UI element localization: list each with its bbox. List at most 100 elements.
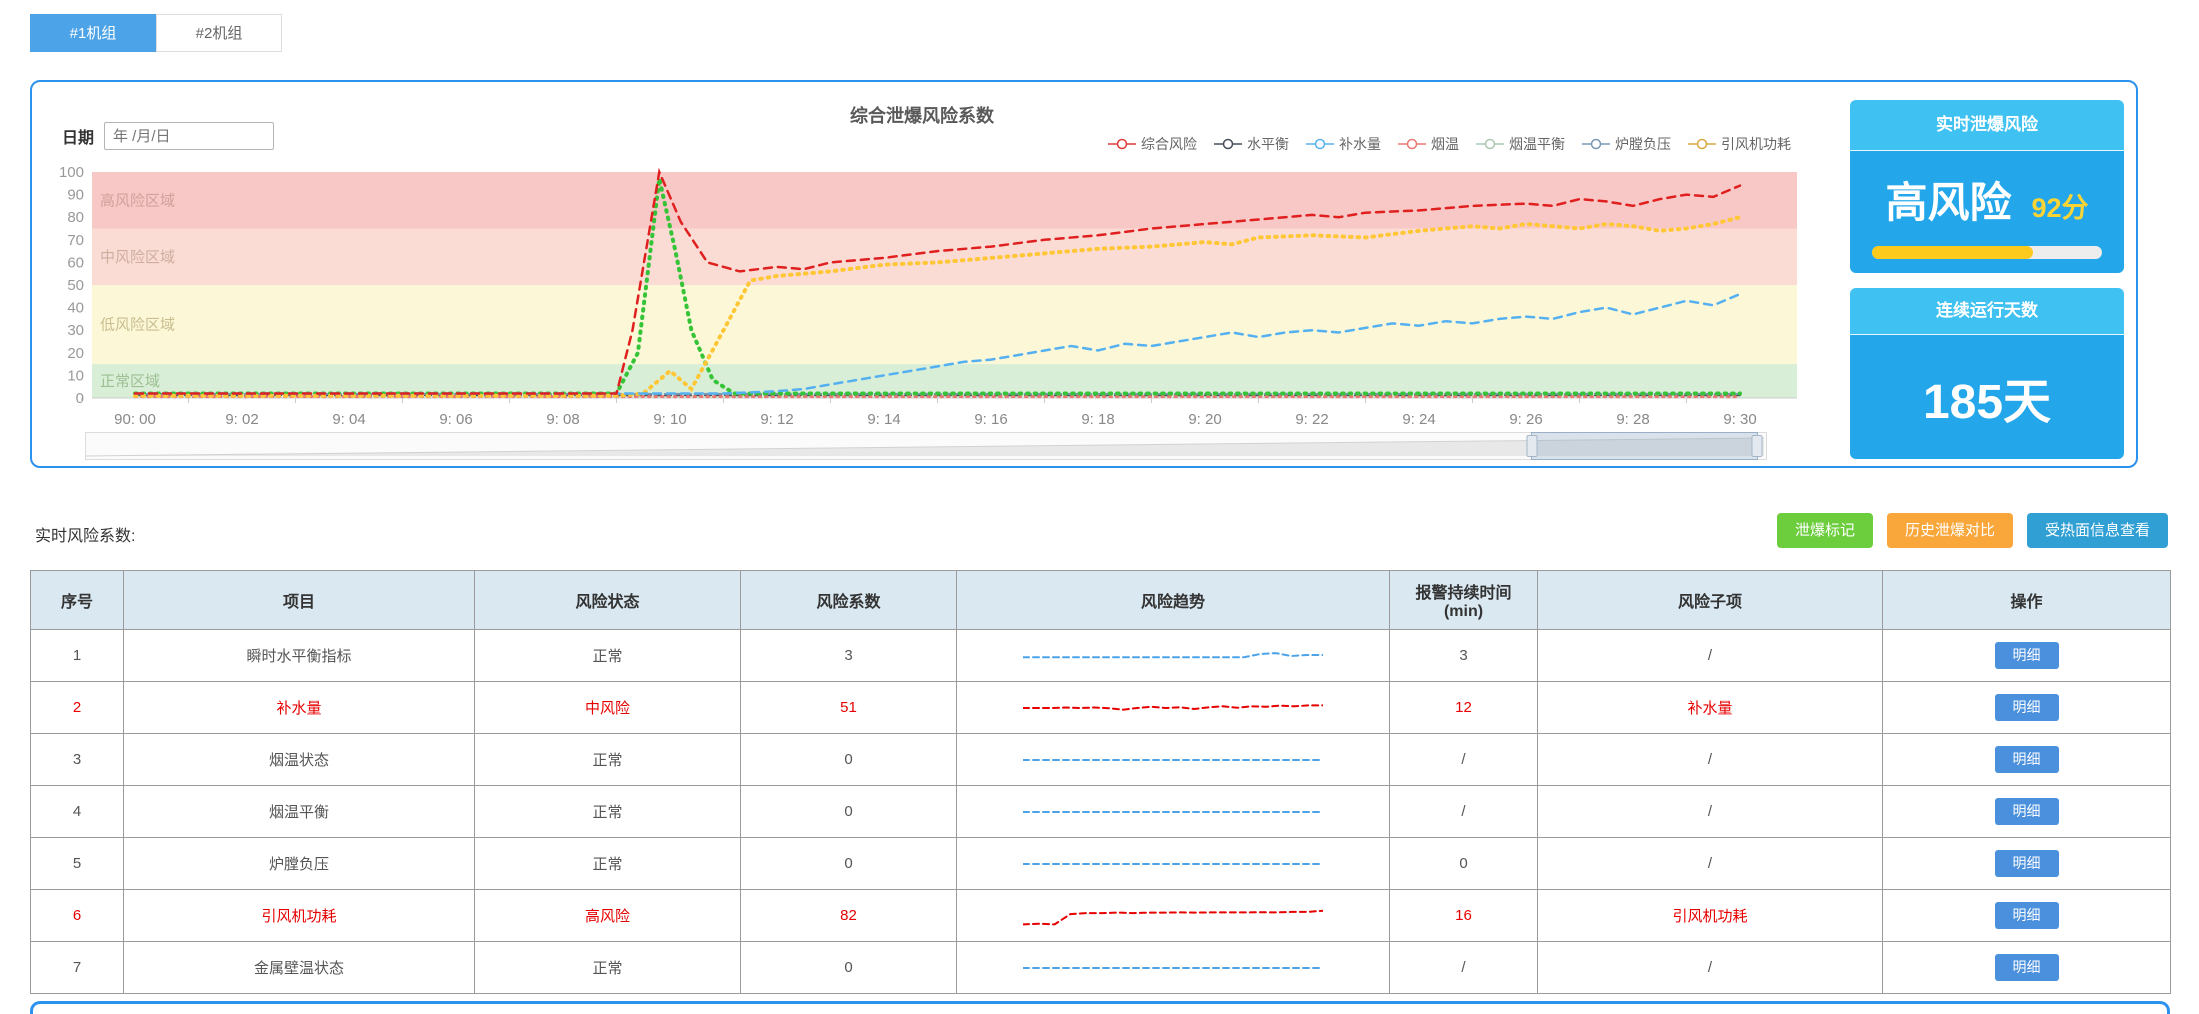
- days-card-body: 185天: [1850, 335, 2124, 459]
- cell-item: 炉膛负压: [124, 838, 475, 890]
- cell-trend: [957, 942, 1390, 994]
- risk-chart: 高风险区域中风险区域低风险区域正常区域010203040506070809010…: [52, 160, 1832, 460]
- datazoom-window[interactable]: [1531, 432, 1758, 460]
- unit-tabs: #1机组#2机组: [30, 14, 282, 52]
- chart-title: 综合泄爆风险系数: [32, 102, 1812, 128]
- trend-sparkline: [1023, 850, 1323, 878]
- cell-coefficient: 51: [741, 682, 957, 734]
- y-tick-label: 50: [67, 277, 84, 294]
- table-row: 4烟温平衡正常0//明细: [31, 786, 2171, 838]
- y-tick-label: 70: [67, 232, 84, 249]
- tab-unit-2[interactable]: #2机组: [156, 14, 282, 52]
- cell-trend: [957, 682, 1390, 734]
- cell-sub-item: /: [1538, 838, 1883, 890]
- cell-coefficient: 82: [741, 890, 957, 942]
- x-tick-label: 9: 10: [653, 411, 686, 428]
- cell-alarm-duration: 0: [1390, 838, 1538, 890]
- x-tick-label: 9: 30: [1723, 411, 1756, 428]
- cell-no: 2: [31, 682, 124, 734]
- cell-sub-item: /: [1538, 786, 1883, 838]
- cell-no: 5: [31, 838, 124, 890]
- legend-marker-icon: [1581, 138, 1611, 150]
- cell-status: 高风险: [475, 890, 741, 942]
- x-tick-label: 9: 26: [1509, 411, 1542, 428]
- date-input[interactable]: [104, 122, 274, 150]
- chart-legend: 综合风险 水平衡补水量烟温烟温平衡 炉膛负压 引风机功耗: [1107, 134, 1791, 154]
- zone-band: [92, 172, 1797, 229]
- table-header-cell: 风险系数: [741, 571, 957, 630]
- datazoom-handle-right[interactable]: [1751, 435, 1762, 457]
- trend-sparkline: [1023, 642, 1323, 670]
- detail-button[interactable]: 明细: [1995, 642, 2059, 669]
- action-button-3[interactable]: 受热面信息查看: [2027, 513, 2168, 548]
- cell-status: 正常: [475, 838, 741, 890]
- tab-unit-1[interactable]: #1机组: [30, 14, 156, 52]
- cell-status: 正常: [475, 942, 741, 994]
- x-tick-label: 9: 08: [546, 411, 579, 428]
- risk-score-value: 92分: [2031, 186, 2088, 225]
- cell-sub-item: /: [1538, 942, 1883, 994]
- table-header-cell: 操作: [1883, 571, 2171, 630]
- cell-alarm-duration: /: [1390, 786, 1538, 838]
- legend-item[interactable]: 水平衡: [1213, 134, 1289, 154]
- cell-action: 明细: [1883, 682, 2171, 734]
- action-button-2[interactable]: 历史泄爆对比: [1887, 513, 2013, 548]
- legend-item[interactable]: 烟温: [1397, 134, 1459, 154]
- detail-button[interactable]: 明细: [1995, 746, 2059, 773]
- detail-button[interactable]: 明细: [1995, 954, 2059, 981]
- detail-button[interactable]: 明细: [1995, 798, 2059, 825]
- zone-label: 正常区域: [100, 373, 160, 390]
- cell-no: 3: [31, 734, 124, 786]
- x-tick-label: 9: 02: [225, 411, 258, 428]
- x-tick-label: 90: 00: [114, 411, 156, 428]
- table-header-cell: 风险子项: [1538, 571, 1883, 630]
- cell-trend: [957, 890, 1390, 942]
- detail-button[interactable]: 明细: [1995, 850, 2059, 877]
- cell-alarm-duration: /: [1390, 734, 1538, 786]
- legend-item[interactable]: 补水量: [1305, 134, 1381, 154]
- cell-item: 金属壁温状态: [124, 942, 475, 994]
- y-tick-label: 100: [59, 164, 84, 181]
- cell-status: 正常: [475, 786, 741, 838]
- legend-marker-icon: [1107, 138, 1137, 150]
- legend-item[interactable]: 炉膛负压: [1581, 134, 1671, 154]
- y-tick-label: 90: [67, 187, 84, 204]
- y-tick-label: 60: [67, 254, 84, 271]
- legend-label: 引风机功耗: [1721, 134, 1791, 154]
- cell-item: 瞬时水平衡指标: [124, 630, 475, 682]
- detail-button[interactable]: 明细: [1995, 902, 2059, 929]
- table-header-cell: 序号: [31, 571, 124, 630]
- legend-item[interactable]: 引风机功耗: [1687, 134, 1791, 154]
- action-button-1[interactable]: 泄爆标记: [1777, 513, 1873, 548]
- date-label: 日期: [62, 124, 94, 148]
- legend-label: 炉膛负压: [1615, 134, 1671, 154]
- x-tick-label: 9: 20: [1188, 411, 1221, 428]
- cell-alarm-duration: 3: [1390, 630, 1538, 682]
- x-tick-label: 9: 06: [439, 411, 472, 428]
- cell-alarm-duration: 12: [1390, 682, 1538, 734]
- datazoom-slider[interactable]: [85, 432, 1767, 460]
- cell-no: 4: [31, 786, 124, 838]
- datazoom-handle-left[interactable]: [1526, 435, 1537, 457]
- risk-level-value: 高风险: [1885, 169, 2011, 230]
- legend-marker-icon: [1475, 138, 1505, 150]
- zone-label: 中风险区域: [100, 249, 175, 266]
- table-header-cell: 项目: [124, 571, 475, 630]
- detail-button[interactable]: 明细: [1995, 694, 2059, 721]
- x-tick-label: 9: 16: [974, 411, 1007, 428]
- risk-card-body: 高风险 92分: [1850, 151, 2124, 273]
- table-header-cell: 风险状态: [475, 571, 741, 630]
- table-row: 6引风机功耗高风险8216引风机功耗明细: [31, 890, 2171, 942]
- running-days-card: 连续运行天数 185天: [1850, 288, 2124, 459]
- cell-item: 引风机功耗: [124, 890, 475, 942]
- cell-item: 补水量: [124, 682, 475, 734]
- x-tick-label: 9: 28: [1616, 411, 1649, 428]
- cell-action: 明细: [1883, 942, 2171, 994]
- y-tick-label: 30: [67, 322, 84, 339]
- action-buttons: 泄爆标记历史泄爆对比受热面信息查看: [1777, 513, 2168, 548]
- legend-label: 水平衡: [1247, 134, 1289, 154]
- table-row: 1瞬时水平衡指标正常33/明细: [31, 630, 2171, 682]
- legend-item[interactable]: 综合风险: [1107, 134, 1197, 154]
- cell-action: 明细: [1883, 838, 2171, 890]
- legend-item[interactable]: 烟温平衡: [1475, 134, 1565, 154]
